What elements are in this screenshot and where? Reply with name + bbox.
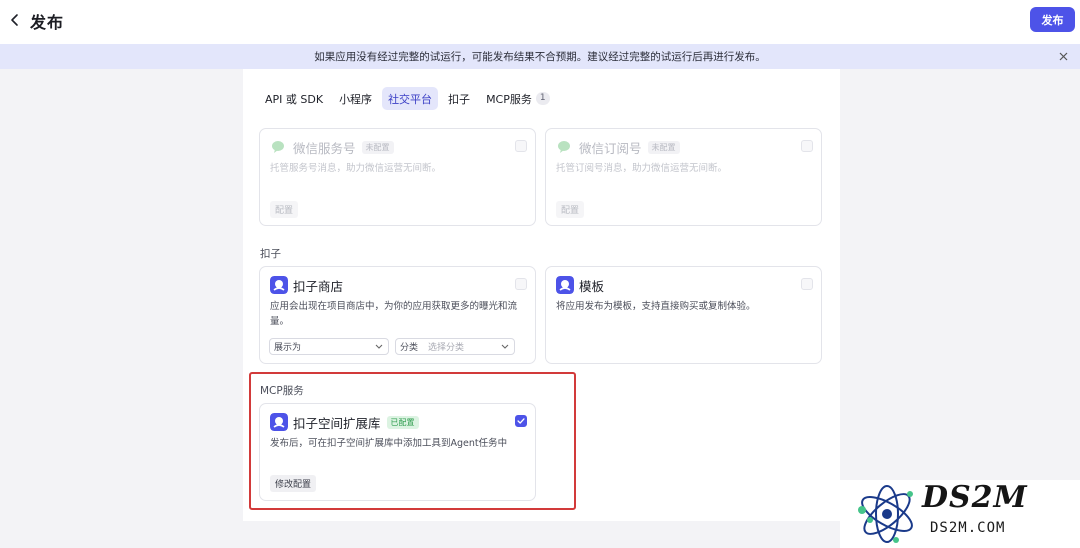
wechat-service-checkbox[interactable] xyxy=(515,140,527,152)
card-description: 发布后，可在扣子空间扩展库中添加工具到Agent任务中 xyxy=(270,438,508,449)
tab-count-badge: 1 xyxy=(535,92,550,105)
configure-button[interactable]: 配置 xyxy=(270,201,299,218)
card-description: 托管服务号消息，助力微信运营无间断。 xyxy=(270,163,442,174)
left-gutter xyxy=(0,69,243,548)
tab-label: 扣子 xyxy=(448,92,471,106)
publish-button[interactable]: 发布 xyxy=(1030,7,1075,32)
page-title: 发布 xyxy=(30,13,65,32)
select-placeholder: 选择分类 xyxy=(428,343,465,353)
configure-button[interactable]: 配置 xyxy=(556,201,585,218)
desc-line: 应用会出现在项目商店中，为你的应用获取更多的曝光和流 xyxy=(270,301,518,312)
kouzi-logo-icon xyxy=(270,413,288,431)
right-gutter xyxy=(840,69,1080,548)
card-title: 微信服务号 xyxy=(293,140,356,156)
publish-panel: API 或 SDK 小程序 社交平台 扣子 MCP服务 1 微信服务号 未配置 托… xyxy=(243,69,840,521)
status-badge: 未配置 xyxy=(647,140,680,154)
tab-mcp-service[interactable]: MCP服务 1 xyxy=(480,87,556,110)
back-arrow-icon[interactable] xyxy=(6,11,24,29)
checkmark-icon xyxy=(517,418,525,424)
category-select[interactable]: 分类 选择分类 xyxy=(395,338,515,355)
card-title: 扣子空间扩展库 xyxy=(293,415,381,431)
chevron-down-icon xyxy=(375,344,383,349)
card-description: 托管订阅号消息，助力微信运营无间断。 xyxy=(556,163,728,174)
section-label-kouzi: 扣子 xyxy=(260,248,281,260)
modify-config-button[interactable]: 修改配置 xyxy=(270,475,317,492)
notice-banner: 如果应用没有经过完整的试运行，可能发布结果不合预期。建议经过完整的试运行后再进行… xyxy=(0,44,1080,69)
card-title: 微信订阅号 xyxy=(579,140,642,156)
tab-label: 小程序 xyxy=(339,92,373,106)
bottom-gutter xyxy=(243,521,840,548)
watermark-title: DS2M xyxy=(922,480,1028,515)
tab-kouzi[interactable]: 扣子 xyxy=(442,87,476,110)
card-description: 将应用发布为模板，支持直接购买或复制体验。 xyxy=(556,301,756,312)
card-title: 模板 xyxy=(579,278,605,294)
tab-label: API 或 SDK xyxy=(265,92,324,106)
wechat-subscription-checkbox[interactable] xyxy=(801,140,813,152)
wechat-icon xyxy=(272,141,284,153)
kouzi-logo-icon xyxy=(556,276,574,294)
tab-mini-program[interactable]: 小程序 xyxy=(333,87,378,110)
kouzi-space-extension-card[interactable]: 扣子空间扩展库 已配置 发布后，可在扣子空间扩展库中添加工具到Agent任务中 … xyxy=(259,403,536,501)
section-label-mcp: MCP服务 xyxy=(260,385,304,397)
card-description: 应用会出现在项目商店中，为你的应用获取更多的曝光和流 量。 xyxy=(270,299,517,329)
tab-api-sdk[interactable]: API 或 SDK xyxy=(259,87,329,110)
card-title: 扣子商店 xyxy=(293,278,344,294)
tab-social-platform[interactable]: 社交平台 xyxy=(382,87,439,110)
kouzi-store-card[interactable]: 扣子商店 应用会出现在项目商店中，为你的应用获取更多的曝光和流 量。 展示为 分… xyxy=(259,266,536,364)
tab-label: 社交平台 xyxy=(388,92,433,106)
chevron-down-icon xyxy=(501,344,509,349)
desc-line: 量。 xyxy=(270,316,290,327)
wechat-subscription-card[interactable]: 微信订阅号 未配置 托管订阅号消息，助力微信运营无间断。 配置 xyxy=(545,128,822,226)
tab-label: MCP服务 xyxy=(486,92,532,106)
close-icon[interactable] xyxy=(1058,51,1069,62)
status-badge: 已配置 xyxy=(386,415,419,429)
select-value: 展示为 xyxy=(274,343,302,353)
watermark-logo: DS2M DS2M.COM xyxy=(840,480,1080,548)
kouzi-store-checkbox[interactable] xyxy=(515,278,527,290)
atom-logo-icon xyxy=(858,485,913,543)
top-bar: 发布 发布 xyxy=(0,0,1080,44)
wechat-service-card[interactable]: 微信服务号 未配置 托管服务号消息，助力微信运营无间断。 配置 xyxy=(259,128,536,226)
kouzi-space-checkbox[interactable] xyxy=(515,415,527,427)
select-label: 分类 xyxy=(400,343,419,353)
template-card[interactable]: 模板 将应用发布为模板，支持直接购买或复制体验。 xyxy=(545,266,822,364)
template-checkbox[interactable] xyxy=(801,278,813,290)
display-as-select[interactable]: 展示为 xyxy=(269,338,389,355)
watermark-url: DS2M.COM xyxy=(930,520,1006,536)
wechat-icon xyxy=(558,141,570,153)
status-badge: 未配置 xyxy=(361,140,394,154)
notice-text: 如果应用没有经过完整的试运行，可能发布结果不合预期。建议经过完整的试运行后再进行… xyxy=(314,51,766,63)
kouzi-logo-icon xyxy=(270,276,288,294)
platform-tabs: API 或 SDK 小程序 社交平台 扣子 MCP服务 1 xyxy=(259,87,556,111)
